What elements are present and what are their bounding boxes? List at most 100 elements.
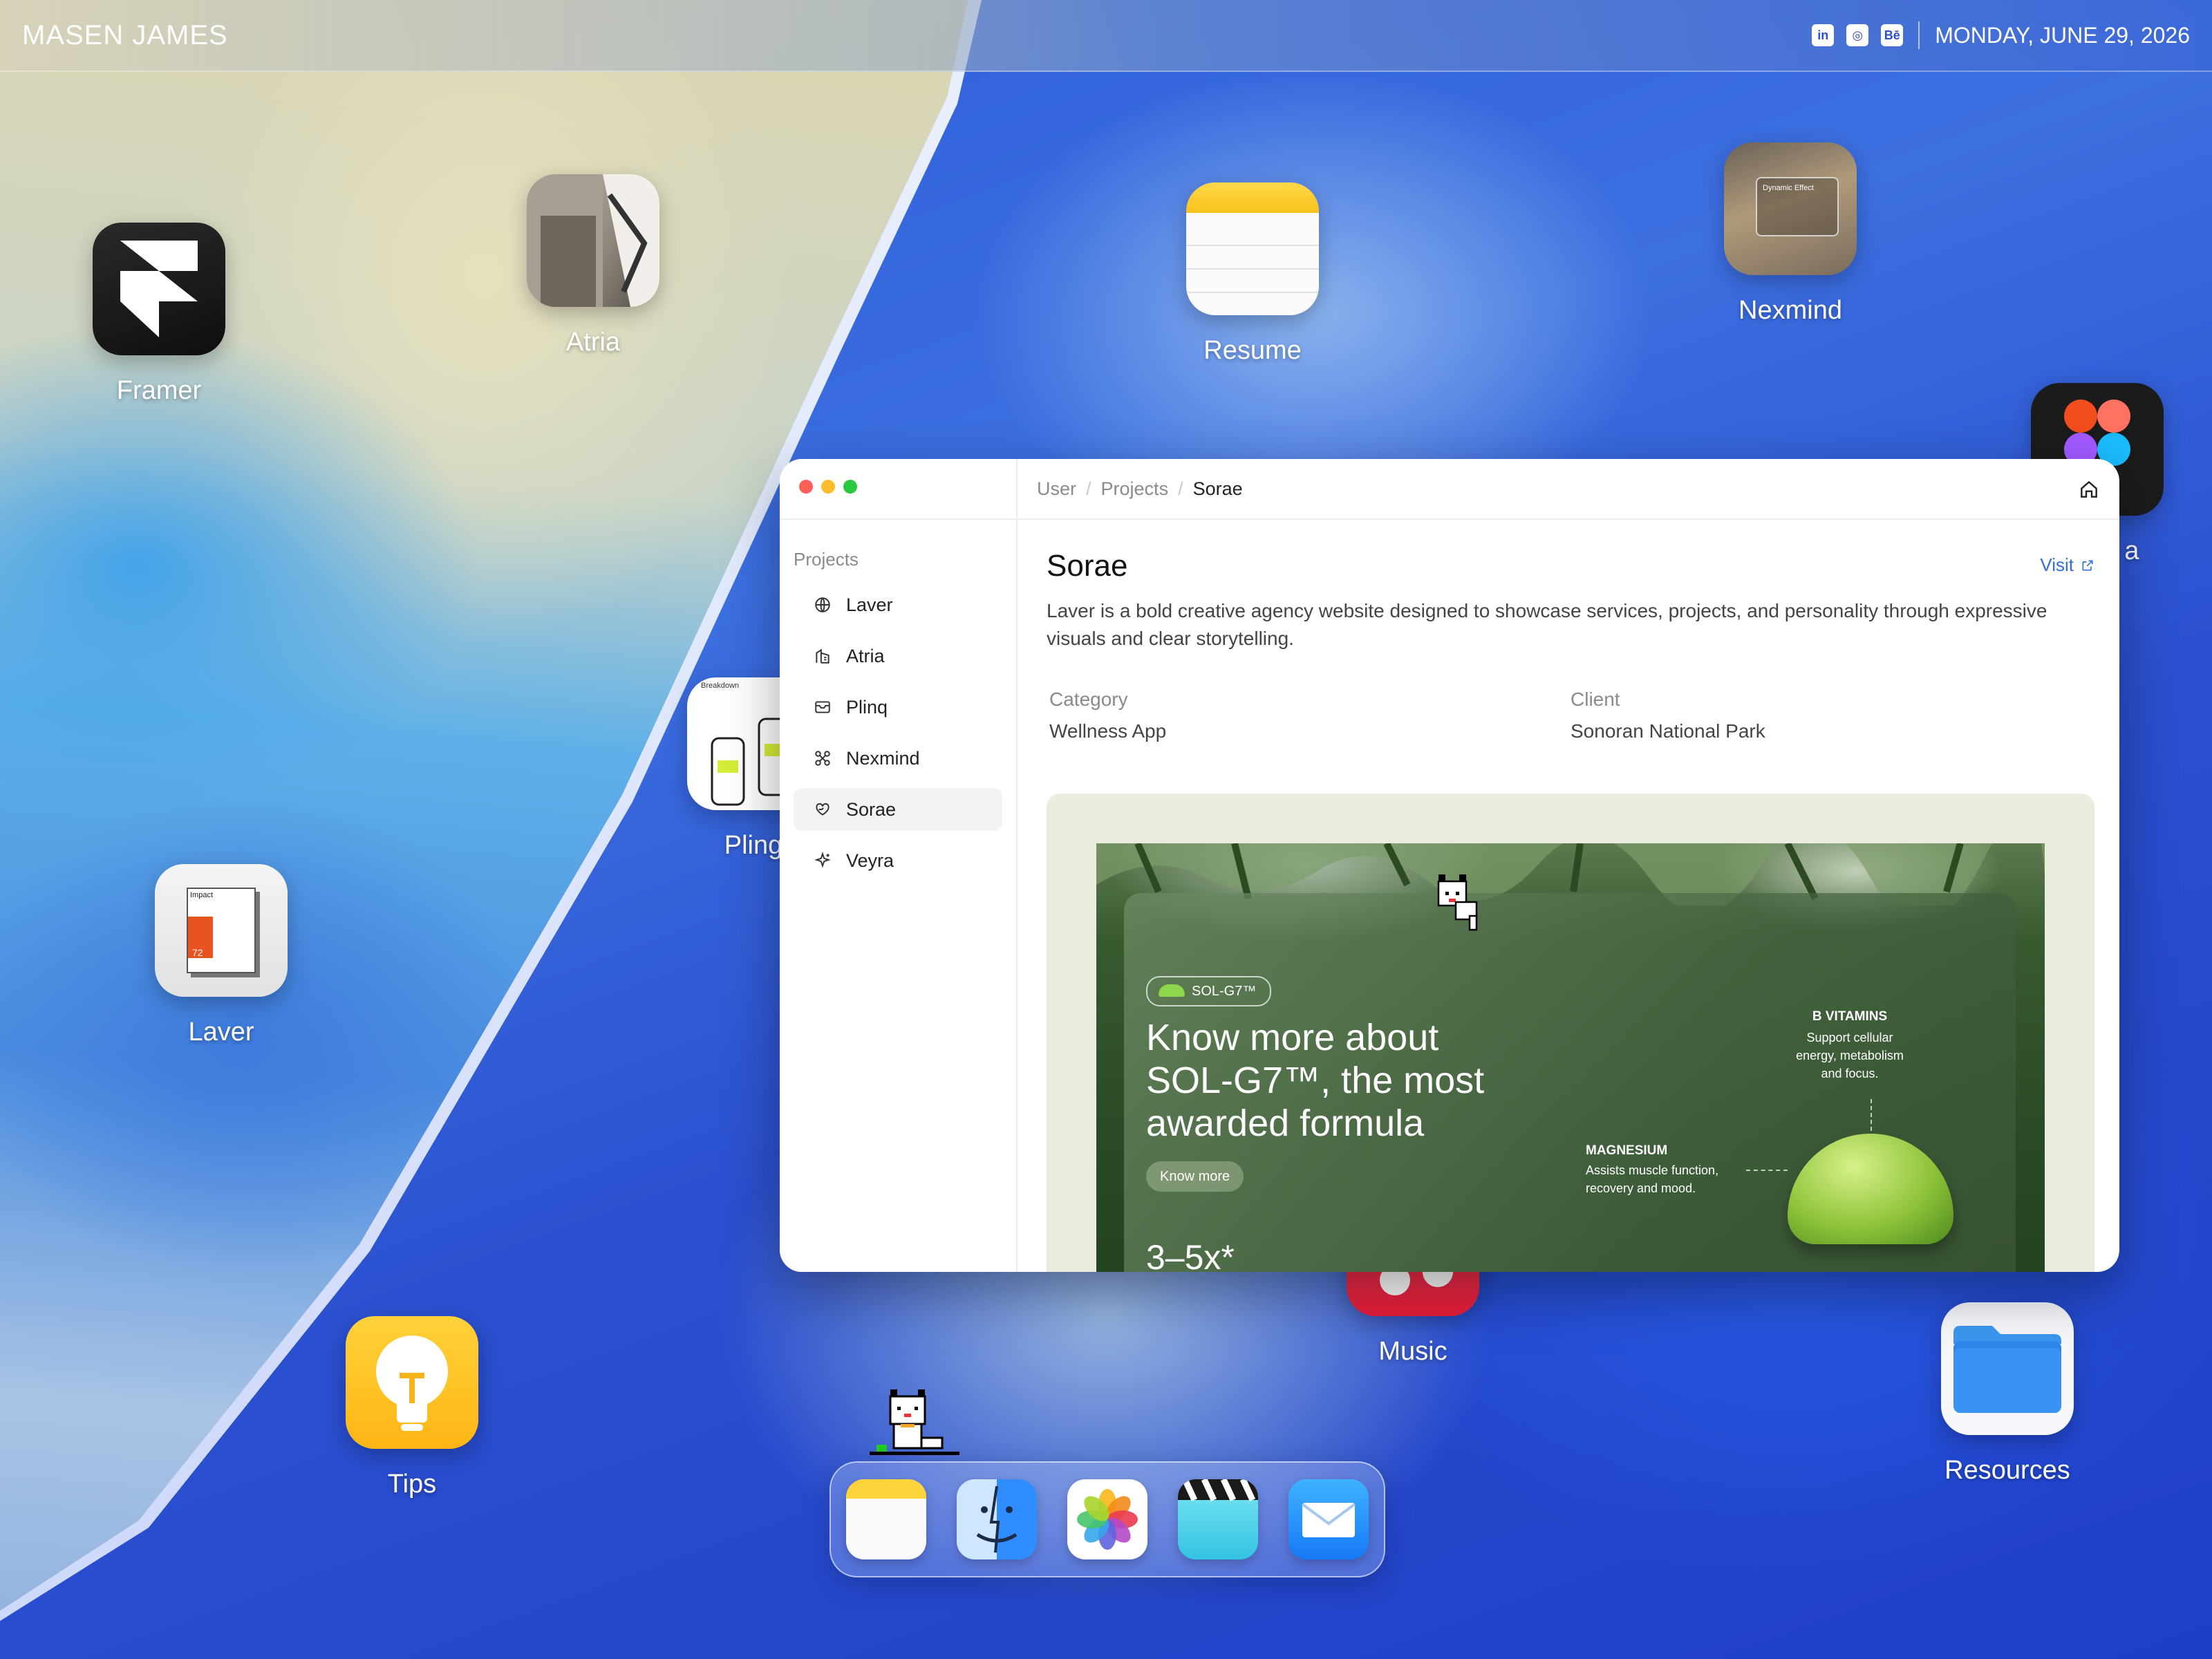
clapperboard-app-icon[interactable] — [1178, 1479, 1258, 1559]
client-label: Client — [1571, 688, 1620, 710]
desktop-icon-label: Resume — [1203, 336, 1302, 365]
preview-headline: Know more about SOL-G7™, the most awarde… — [1146, 1017, 1485, 1144]
laver-icon: Impact 72 — [155, 864, 288, 997]
desktop-icon-label: Pling — [724, 831, 783, 860]
magnesium-title: MAGNESIUM — [1586, 1143, 1668, 1158]
desktop-icon-label: Laver — [188, 1018, 254, 1047]
magnesium-note: MAGNESIUM Assists muscle function, recov… — [1586, 1142, 1738, 1197]
sidebar-list: Laver Atria Plinq Nexmind Sorae Veyra — [794, 583, 1002, 890]
pixel-cat-icon — [870, 1389, 959, 1455]
sidebar-item-label: Laver — [846, 594, 893, 615]
desktop-icon-tips[interactable]: Tips — [322, 1316, 502, 1499]
preview-stat: 3–5x* — [1146, 1238, 1235, 1272]
framer-icon — [93, 223, 225, 355]
desktop-icon-resources[interactable]: Resources — [1918, 1302, 2097, 1485]
project-detail: Sorae Visit Laver is a bold creative age… — [1018, 520, 2119, 1272]
pixel-cat-icon — [1437, 874, 1478, 931]
building-icon — [813, 646, 832, 666]
folder-icon — [1941, 1302, 2074, 1435]
close-button[interactable] — [799, 480, 813, 494]
minimize-button[interactable] — [821, 480, 835, 494]
callout-line — [1871, 1099, 1872, 1131]
photos-app-icon[interactable] — [1067, 1479, 1147, 1559]
sidebar-item-atria[interactable]: Atria — [794, 635, 1002, 677]
inbox-icon — [813, 697, 832, 717]
project-category: Category Wellness App — [1049, 688, 1166, 742]
breadcrumb: User / Projects / Sorae — [1018, 459, 2119, 520]
atria-icon — [527, 174, 659, 307]
nexmind-card: Dynamic Effect — [1756, 177, 1839, 236]
project-title: Sorae — [1047, 549, 1128, 583]
breadcrumb-user[interactable]: User — [1037, 478, 1076, 500]
nexmind-icon: Dynamic Effect — [1724, 142, 1857, 275]
menu-bar-date: MONDAY, JUNE 29, 2026 — [1935, 22, 2190, 48]
sidebar-item-label: Nexmind — [846, 747, 920, 769]
sidebar-divider — [780, 518, 1016, 520]
network-icon — [813, 749, 832, 768]
external-link-icon — [2082, 560, 2093, 570]
desktop-icon-label: Resources — [1944, 1456, 2070, 1485]
sidebar-item-label: Veyra — [846, 850, 894, 871]
desktop-icon-atria[interactable]: Atria — [503, 174, 683, 357]
desktop-icon-label: Framer — [116, 376, 202, 405]
visit-link[interactable]: Visit — [2040, 554, 2094, 576]
category-label: Category — [1049, 688, 1128, 710]
breadcrumb-separator: / — [1086, 478, 1091, 499]
sidebar-item-laver[interactable]: Laver — [794, 583, 1002, 626]
sidebar-item-plinq[interactable]: Plinq — [794, 686, 1002, 729]
sidebar-item-veyra[interactable]: Veyra — [794, 839, 1002, 882]
sidebar-item-label: Plinq — [846, 696, 888, 718]
project-preview: SOL-G7™ Know more about SOL-G7™, the mos… — [1047, 794, 2094, 1272]
window-controls — [799, 480, 857, 494]
callout-line — [1746, 1170, 1788, 1171]
preview-screenshot: SOL-G7™ Know more about SOL-G7™, the mos… — [1096, 843, 2045, 1272]
visit-link-label: Visit — [2040, 554, 2074, 575]
instagram-icon[interactable]: ◎ — [1846, 24, 1869, 46]
desktop-icon-label: Nexmind — [1738, 296, 1842, 325]
vitamins-note: B VITAMINS Support cellular energy, meta… — [1788, 1008, 1912, 1082]
behance-icon[interactable]: Bē — [1881, 24, 1904, 46]
notes-app-icon[interactable] — [846, 1479, 926, 1559]
menu-bar-right: in ◎ Bē MONDAY, JUNE 29, 2026 — [1812, 21, 2190, 49]
know-more-button[interactable]: Know more — [1146, 1161, 1244, 1192]
menu-bar: MASEN JAMES in ◎ Bē MONDAY, JUNE 29, 202… — [0, 0, 2212, 72]
mail-app-icon[interactable] — [1288, 1479, 1369, 1559]
sidebar-item-label: Atria — [846, 645, 885, 666]
sidebar-item-sorae[interactable]: Sorae — [794, 788, 1002, 831]
magnesium-text: Assists muscle function, recovery and mo… — [1586, 1163, 1719, 1195]
desktop-icon-resume[interactable]: Resume — [1163, 182, 1342, 366]
lightbulb-icon — [346, 1316, 478, 1449]
heart-hand-icon — [813, 800, 832, 819]
desktop-icon-label: a — [2124, 536, 2139, 565]
desktop-icon-label: Music — [1378, 1337, 1447, 1366]
desktop-icon-label: Atria — [565, 328, 621, 357]
desktop-icon-nexmind[interactable]: Dynamic Effect Nexmind — [1700, 142, 1880, 326]
notes-icon — [1186, 182, 1319, 315]
window-sidebar: Projects Laver Atria Plinq Nexmind Sorae… — [780, 459, 1018, 1272]
home-icon[interactable] — [2075, 476, 2103, 503]
client-value: Sonoran National Park — [1571, 720, 1765, 742]
breadcrumb-separator: / — [1178, 478, 1183, 499]
desktop-icon-laver[interactable]: Impact 72 Laver — [131, 864, 311, 1047]
laver-card: Impact 72 — [187, 888, 256, 973]
desktop-icon-framer[interactable]: Framer — [69, 223, 249, 406]
category-value: Wellness App — [1049, 720, 1167, 742]
sidebar-item-nexmind[interactable]: Nexmind — [794, 737, 1002, 780]
breadcrumb-projects[interactable]: Projects — [1101, 478, 1169, 500]
finder-app-icon[interactable] — [957, 1479, 1037, 1559]
project-description: Laver is a bold creative agency website … — [1047, 600, 2047, 649]
vitamins-text: Support cellular energy, metabolism and … — [1796, 1031, 1904, 1080]
sidebar-item-label: Sorae — [846, 798, 897, 820]
owner-name[interactable]: MASEN JAMES — [22, 20, 228, 51]
sidebar-title: Projects — [794, 549, 859, 570]
linkedin-icon[interactable]: in — [1812, 24, 1835, 46]
project-client: Client Sonoran National Park — [1571, 688, 1765, 742]
menu-bar-divider — [1918, 21, 1920, 49]
product-badge: SOL-G7™ — [1146, 976, 1272, 1006]
sparkle-icon — [813, 851, 832, 870]
globe-icon — [813, 595, 832, 615]
vitamins-title: B VITAMINS — [1812, 1009, 1888, 1024]
breadcrumb-current: Sorae — [1192, 478, 1243, 499]
maximize-button[interactable] — [843, 480, 857, 494]
project-window: Projects Laver Atria Plinq Nexmind Sorae… — [780, 459, 2119, 1272]
